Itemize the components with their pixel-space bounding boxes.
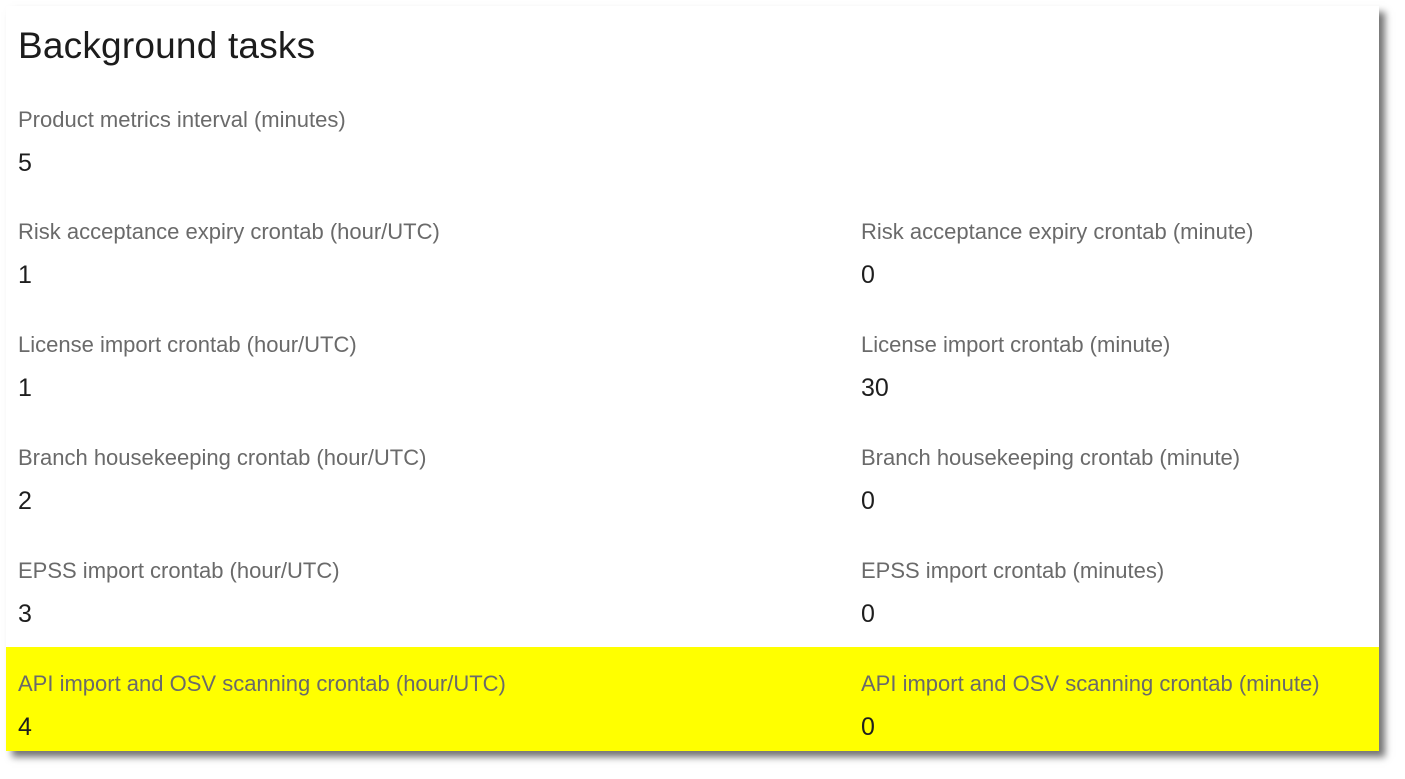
field-label: EPSS import crontab (minutes) — [861, 558, 1165, 583]
field-label: Risk acceptance expiry crontab (minute) — [861, 219, 1254, 244]
field-value: 0 — [861, 261, 875, 289]
field-label: API import and OSV scanning crontab (hou… — [18, 671, 506, 696]
field-value: 0 — [861, 487, 875, 515]
field-value: 2 — [18, 487, 32, 515]
field-value: 0 — [861, 600, 875, 628]
field-risk-acceptance-minute: Risk acceptance expiry crontab (minute) … — [861, 218, 1405, 289]
field-epss-import-minute: EPSS import crontab (minutes) 0 — [861, 557, 1405, 628]
field-label: License import crontab (hour/UTC) — [18, 332, 357, 357]
field-label: Risk acceptance expiry crontab (hour/UTC… — [18, 219, 440, 244]
field-license-import-minute: License import crontab (minute) 30 — [861, 331, 1405, 402]
field-label: API import and OSV scanning crontab (min… — [861, 671, 1320, 696]
field-branch-housekeeping-hour: Branch housekeeping crontab (hour/UTC) 2 — [18, 444, 578, 515]
field-label: Branch housekeeping crontab (hour/UTC) — [18, 445, 427, 470]
field-license-import-hour: License import crontab (hour/UTC) 1 — [18, 331, 578, 402]
field-value: 5 — [18, 149, 32, 177]
field-value: 1 — [18, 261, 32, 289]
field-product-metrics-interval: Product metrics interval (minutes) 5 — [18, 106, 578, 177]
field-label: Product metrics interval (minutes) — [18, 107, 346, 132]
field-branch-housekeeping-minute: Branch housekeeping crontab (minute) 0 — [861, 444, 1405, 515]
field-value: 30 — [861, 374, 889, 402]
section-title: Background tasks — [18, 25, 316, 66]
field-api-osv-minute: API import and OSV scanning crontab (min… — [861, 670, 1371, 741]
field-label: Branch housekeeping crontab (minute) — [861, 445, 1241, 470]
field-value: 1 — [18, 374, 32, 402]
field-value: 3 — [18, 600, 32, 628]
field-label: License import crontab (minute) — [861, 332, 1171, 357]
field-label: EPSS import crontab (hour/UTC) — [18, 558, 340, 583]
field-risk-acceptance-hour: Risk acceptance expiry crontab (hour/UTC… — [18, 218, 578, 289]
field-api-osv-hour: API import and OSV scanning crontab (hou… — [18, 670, 578, 741]
field-value: 0 — [861, 713, 875, 741]
field-epss-import-hour: EPSS import crontab (hour/UTC) 3 — [18, 557, 578, 628]
background-tasks-card: Background tasks Product metrics interva… — [6, 6, 1379, 751]
field-value: 4 — [18, 713, 32, 741]
